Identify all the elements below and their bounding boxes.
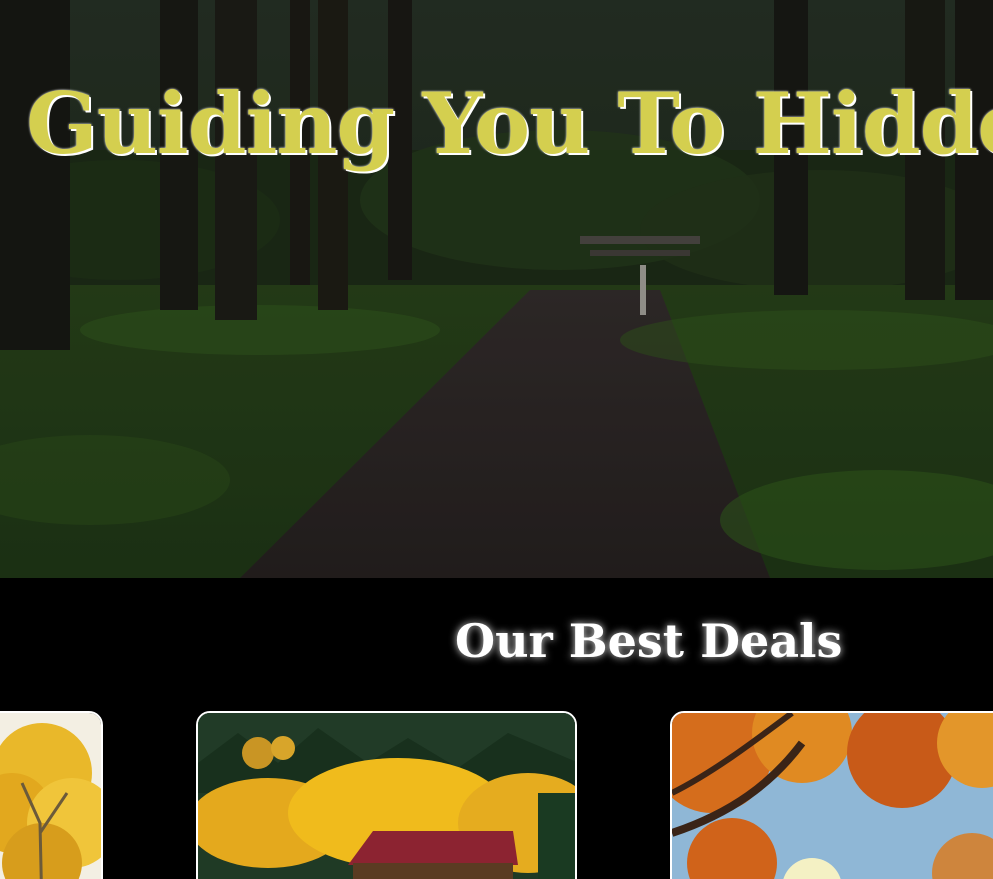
deal-card[interactable]: [0, 711, 103, 879]
hero-section: Guiding You To Hidden: [0, 0, 993, 578]
cabin-autumn-forest-image: [198, 713, 575, 879]
autumn-sunburst-tree-image: [672, 713, 993, 879]
page: Guiding You To Hidden Our Best Deals: [0, 0, 993, 879]
hero-title: Guiding You To Hidden: [26, 74, 993, 173]
deals-section: Our Best Deals: [0, 578, 993, 879]
yellow-autumn-tree-image: [0, 713, 101, 879]
deal-card[interactable]: [196, 711, 577, 879]
deals-title: Our Best Deals: [455, 614, 843, 668]
deal-card[interactable]: [670, 711, 993, 879]
